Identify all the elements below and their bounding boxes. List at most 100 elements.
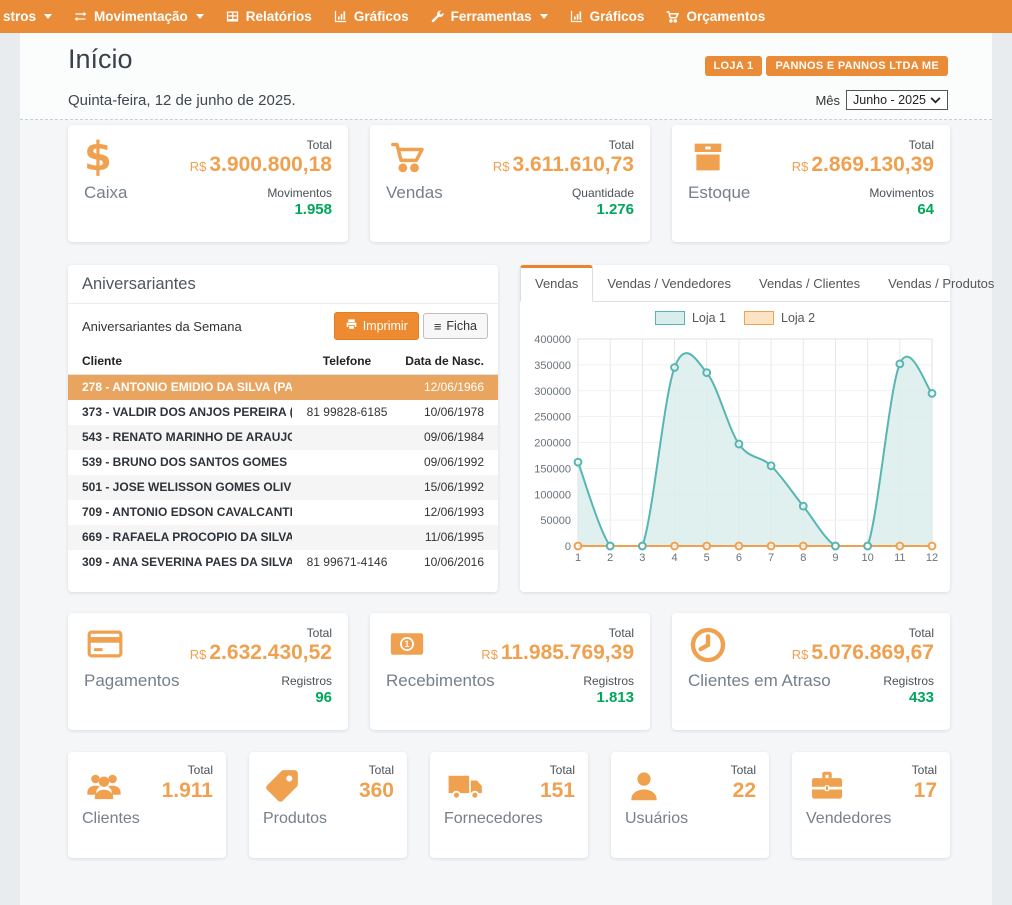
card-title: Clientes <box>82 810 140 828</box>
card-metrics: Total 151 <box>540 763 575 803</box>
table-row[interactable]: 669 - RAFAELA PROCOPIO DA SILVA CA... 11… <box>68 525 498 550</box>
nav-item-label: stros <box>3 9 36 24</box>
card-clientes[interactable]: Total 1.911 Clientes <box>68 752 226 858</box>
table-row[interactable]: 543 - RENATO MARINHO DE ARAUJO (F... 09/… <box>68 425 498 450</box>
card-fornecedores[interactable]: Total 151 Fornecedores <box>430 752 588 858</box>
month-select[interactable]: Junho - 2025 <box>846 90 948 110</box>
svg-text:0: 0 <box>565 541 571 553</box>
card-vendedores[interactable]: Total 17 Vendedores <box>792 752 950 858</box>
cell-telefone <box>292 375 402 400</box>
sales-chart-panel: Vendas Vendas / Vendedores Vendas / Clie… <box>520 265 950 592</box>
nav-item-label: Movimentação <box>94 9 188 24</box>
card-caixa[interactable]: $ Caixa Total R$3.900.800,18 Movimentos … <box>68 125 348 242</box>
card-pagamentos[interactable]: Pagamentos Total R$2.632.430,52 Registro… <box>68 613 348 730</box>
birthdays-subtitle: Aniversariantes da Semana <box>82 319 334 334</box>
card-title: Estoque <box>688 183 750 203</box>
metric-label: Movimentos <box>190 186 332 200</box>
table-row[interactable]: 309 - ANA SEVERINA PAES DA SILVA 81 9967… <box>68 550 498 575</box>
table-row[interactable]: 278 - ANTONIO EMIDIO DA SILVA (PALE... 1… <box>68 375 498 400</box>
card-produtos[interactable]: Total 360 Produtos <box>249 752 407 858</box>
wrench-icon <box>430 9 445 24</box>
metric-label: Total <box>792 626 934 640</box>
card-estoque[interactable]: Estoque Total R$2.869.130,39 Movimentos … <box>672 125 950 242</box>
cell-data: 09/06/1992 <box>402 450 484 475</box>
company-badge[interactable]: PANNOS E PANNOS LTDA ME <box>766 56 948 76</box>
bar-chart-icon <box>569 9 584 24</box>
nav-item-relatorios[interactable]: Relatórios <box>225 9 312 24</box>
card-metrics: Total R$3.900.800,18 Movimentos 1.958 <box>190 138 332 218</box>
print-button[interactable]: Imprimir <box>334 312 419 340</box>
svg-text:11: 11 <box>894 552 905 564</box>
credit-card-icon <box>84 625 126 668</box>
metric-value: 17 <box>912 779 937 803</box>
card-clientes-em-atraso[interactable]: Clientes em Atraso Total R$5.076.869,67 … <box>672 613 950 730</box>
svg-text:150000: 150000 <box>534 463 571 475</box>
cell-data: 09/06/1984 <box>402 425 484 450</box>
chevron-down-icon <box>196 14 204 19</box>
chart-legend: Loja 1 Loja 2 <box>520 311 950 325</box>
ficha-button[interactable]: ≡ Ficha <box>423 313 488 339</box>
legend-item-loja1: Loja 1 <box>655 311 726 325</box>
users-icon <box>82 767 126 810</box>
card-vendas[interactable]: Vendas Total R$3.611.610,73 Quantidade 1… <box>370 125 650 242</box>
nav-item-orcamentos[interactable]: Orçamentos <box>665 9 765 24</box>
table-row[interactable]: 709 - ANTONIO EDSON CAVALCANTE D... 12/0… <box>68 500 498 525</box>
currency-prefix: R$ <box>481 647 498 662</box>
birthdays-panel: Aniversariantes Aniversariantes da Seman… <box>68 265 498 592</box>
legend-swatch <box>744 311 774 325</box>
cart-icon <box>386 137 428 182</box>
nav-item-label: Orçamentos <box>686 9 765 24</box>
tab-vendas-clientes[interactable]: Vendas / Clientes <box>745 266 874 301</box>
svg-text:1: 1 <box>575 552 581 564</box>
svg-text:50000: 50000 <box>540 515 571 527</box>
cell-cliente: 669 - RAFAELA PROCOPIO DA SILVA CA... <box>82 525 292 550</box>
metric-value: 3.611.610,73 <box>513 153 634 176</box>
chevron-down-icon <box>540 14 548 19</box>
metric-label: Registros <box>481 674 634 688</box>
tab-vendas-produtos[interactable]: Vendas / Produtos <box>874 266 1008 301</box>
tab-vendas[interactable]: Vendas <box>520 265 593 302</box>
metric-label: Quantidade <box>493 186 634 200</box>
nav-item-graficos-2[interactable]: Gráficos <box>569 9 645 24</box>
cell-telefone <box>292 500 402 525</box>
currency-prefix: R$ <box>792 159 809 174</box>
card-recebimentos[interactable]: 1 Recebimentos Total R$11.985.769,39 Reg… <box>370 613 650 730</box>
metric-value: 5.076.869,67 <box>811 641 934 664</box>
cart-icon <box>665 9 680 24</box>
cell-data: 11/06/1995 <box>402 525 484 550</box>
birthdays-toolbar: Aniversariantes da Semana Imprimir ≡ Fic… <box>68 304 498 348</box>
store-badges: LOJA 1 PANNOS E PANNOS LTDA ME <box>705 56 948 76</box>
birthdays-table-header: Cliente Telefone Data de Nasc. <box>68 348 498 375</box>
card-title: Recebimentos <box>386 671 495 691</box>
nav-item-graficos-1[interactable]: Gráficos <box>333 9 409 24</box>
table-row[interactable]: 373 - VALDIR DOS ANJOS PEREIRA (AN... 81… <box>68 400 498 425</box>
svg-text:2: 2 <box>607 552 613 564</box>
card-metrics: Total R$5.076.869,67 Registros 433 <box>792 626 934 706</box>
metric-value: 11.985.769,39 <box>501 641 634 664</box>
cell-cliente: 373 - VALDIR DOS ANJOS PEREIRA (AN... <box>82 400 292 425</box>
svg-text:3: 3 <box>639 552 645 564</box>
current-date: Quinta-feira, 12 de junho de 2025. <box>68 92 296 109</box>
cell-data: 10/06/1978 <box>402 400 484 425</box>
nav-item-cadastros[interactable]: stros <box>3 9 52 24</box>
clock-icon <box>688 625 728 670</box>
user-icon <box>625 767 663 810</box>
table-row[interactable]: 539 - BRUNO DOS SANTOS GOMES 09/06/1992 <box>68 450 498 475</box>
tab-vendas-vendedores[interactable]: Vendas / Vendedores <box>593 266 745 301</box>
cell-telefone <box>292 450 402 475</box>
nav-item-label: Gráficos <box>354 9 409 24</box>
ficha-button-label: Ficha <box>446 319 477 333</box>
nav-item-ferramentas[interactable]: Ferramentas <box>430 9 548 24</box>
card-title: Caixa <box>84 183 127 203</box>
metric-label: Total <box>359 763 394 777</box>
metric-label: Total <box>190 626 332 640</box>
metric-count: 433 <box>792 689 934 706</box>
card-usuarios[interactable]: Total 22 Usuários <box>611 752 769 858</box>
box-icon <box>688 137 728 182</box>
metric-label: Total <box>540 763 575 777</box>
table-row[interactable]: 501 - JOSE WELISSON GOMES OLIVEIR... 15/… <box>68 475 498 500</box>
svg-text:5: 5 <box>704 552 710 564</box>
store-badge[interactable]: LOJA 1 <box>705 56 763 76</box>
nav-item-movimentacao[interactable]: Movimentação <box>73 9 204 24</box>
card-title: Usuários <box>625 810 688 828</box>
